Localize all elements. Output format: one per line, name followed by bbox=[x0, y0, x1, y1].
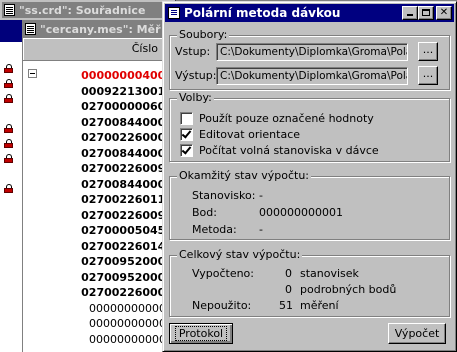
options-group-label: Volby: bbox=[177, 91, 214, 104]
compute-button-label: Výpočet bbox=[394, 327, 440, 340]
lock-icon bbox=[4, 124, 14, 133]
list-item[interactable]: 027002260001 bbox=[63, 285, 173, 301]
protocol-button-label: Protokol bbox=[174, 326, 228, 341]
list-item[interactable]: 027000000602 bbox=[63, 99, 173, 115]
method-value: - bbox=[259, 223, 263, 236]
minimize-button[interactable] bbox=[402, 6, 418, 20]
browse-output-button[interactable]: ... bbox=[418, 66, 438, 85]
coordinates-window-title: "ss.crd": Souřadnice bbox=[19, 3, 146, 17]
free-stations-label: Počítat volná stanoviska v dávce bbox=[199, 144, 379, 157]
lock-icon bbox=[4, 154, 14, 163]
list-item[interactable]: 027009520001 bbox=[63, 270, 173, 286]
detail-points-unit: podrobných bodů bbox=[300, 283, 397, 296]
list-item[interactable]: 000000000004 bbox=[63, 332, 173, 348]
collapse-toggle-icon[interactable] bbox=[28, 69, 37, 78]
total-state-group: Celkový stav výpočtu: Vypočteno: 0 stano… bbox=[169, 248, 450, 317]
computed-label: Vypočteno: bbox=[192, 267, 254, 280]
option-marked-only[interactable]: Použít pouze označené hodnoty bbox=[180, 112, 374, 125]
dialog-title: Polární metoda dávkou bbox=[184, 6, 341, 20]
selected-row-marker bbox=[0, 20, 22, 42]
dialog-titlebar[interactable]: Polární metoda dávkou ✕ bbox=[165, 4, 454, 22]
input-label: Vstup: bbox=[175, 45, 211, 58]
edit-orientations-checkbox[interactable] bbox=[180, 128, 193, 141]
polar-batch-dialog: Polární metoda dávkou ✕ Soubory: Vstup: … bbox=[162, 1, 457, 352]
output-path-field[interactable]: C:\Dokumenty\Diplomka\Groma\Polark bbox=[216, 67, 408, 85]
minimize-icon bbox=[407, 14, 413, 16]
list-item[interactable]: 027002260118 bbox=[63, 192, 173, 208]
measurements-window-titlebar[interactable]: "cercany.mes": Měř bbox=[23, 20, 176, 38]
app-icon bbox=[168, 7, 180, 19]
point-value: 000000000001 bbox=[259, 206, 343, 219]
list-item[interactable]: 000922130017 bbox=[63, 84, 173, 100]
lock-icon bbox=[4, 184, 14, 193]
lock-icon bbox=[4, 79, 14, 88]
stations-unit: stanovisek bbox=[300, 267, 359, 280]
list-item[interactable]: 027008440003 bbox=[63, 146, 173, 162]
close-icon: ✕ bbox=[439, 7, 449, 18]
edit-orientations-label: Editovat orientace bbox=[199, 128, 301, 141]
compute-button[interactable]: Výpočet bbox=[388, 323, 446, 344]
list-item[interactable]: 027002260092 bbox=[63, 161, 173, 177]
browse-input-button[interactable]: ... bbox=[418, 42, 438, 61]
station-value: - bbox=[259, 189, 263, 202]
marked-only-label: Použít pouze označené hodnoty bbox=[199, 112, 374, 125]
free-stations-checkbox[interactable] bbox=[180, 144, 193, 157]
lock-icon bbox=[4, 64, 14, 73]
list-item[interactable]: 000000004001 bbox=[63, 68, 173, 84]
measurements-window-title: "cercany.mes": Měř bbox=[40, 22, 161, 36]
option-edit-orientations[interactable]: Editovat orientace bbox=[180, 128, 300, 141]
measurements-count: 51 bbox=[279, 299, 293, 312]
list-item[interactable]: 027000050455 bbox=[63, 223, 173, 239]
list-item[interactable]: 027008440002 bbox=[63, 115, 173, 131]
measurements-unit: měření bbox=[300, 299, 339, 312]
list-item[interactable]: 000000000002 bbox=[63, 301, 173, 317]
list-item[interactable]: 027002260094 bbox=[63, 208, 173, 224]
list-item[interactable]: 027009520002 bbox=[63, 254, 173, 270]
total-state-group-label: Celkový stav výpočtu: bbox=[177, 248, 303, 261]
detail-points-count: 0 bbox=[285, 283, 292, 296]
close-button[interactable]: ✕ bbox=[436, 6, 452, 20]
files-group: Soubory: Vstup: C:\Dokumenty\Diplomka\Gr… bbox=[169, 28, 450, 90]
point-number-list: 000000004001 000922130017 027000000602 0270… bbox=[63, 68, 173, 347]
measurements-window[interactable]: "cercany.mes": Měř Číslo 000000004001 000… bbox=[22, 20, 176, 352]
stations-count: 0 bbox=[285, 267, 292, 280]
marked-only-checkbox[interactable] bbox=[180, 112, 193, 125]
maximize-icon bbox=[422, 9, 430, 16]
files-group-label: Soubory: bbox=[177, 28, 230, 41]
column-header-row: Číslo bbox=[23, 38, 176, 61]
current-state-group-label: Okamžitý stav výpočtu: bbox=[177, 169, 312, 182]
list-item[interactable]: 027002260149 bbox=[63, 239, 173, 255]
lock-icon bbox=[4, 139, 14, 148]
unused-label: Nepoužito: bbox=[192, 299, 252, 312]
output-label: Výstup: bbox=[175, 69, 217, 82]
options-group: Volby: Použít pouze označené hodnoty Edi… bbox=[169, 91, 450, 162]
input-path-field[interactable]: C:\Dokumenty\Diplomka\Groma\Polark bbox=[216, 43, 408, 61]
list-item[interactable]: 027002260002 bbox=[63, 130, 173, 146]
point-label: Bod: bbox=[192, 206, 217, 219]
coordinates-window-titlebar[interactable]: "ss.crd": Souřadnice bbox=[2, 2, 173, 18]
document-icon bbox=[4, 4, 15, 16]
column-header-number[interactable]: Číslo bbox=[132, 42, 158, 55]
maximize-button[interactable] bbox=[418, 6, 434, 20]
option-free-stations[interactable]: Počítat volná stanoviska v dávce bbox=[180, 144, 379, 157]
current-state-group: Okamžitý stav výpočtu: Stanovisko: - Bod… bbox=[169, 169, 450, 240]
list-item[interactable]: 027008440001 bbox=[63, 177, 173, 193]
protocol-button[interactable]: Protokol bbox=[169, 323, 233, 344]
document-icon bbox=[25, 23, 36, 35]
list-item[interactable]: 000000000003 bbox=[63, 316, 173, 332]
method-label: Metoda: bbox=[192, 223, 237, 236]
station-label: Stanovisko: bbox=[192, 189, 256, 202]
lock-icon bbox=[4, 94, 14, 103]
